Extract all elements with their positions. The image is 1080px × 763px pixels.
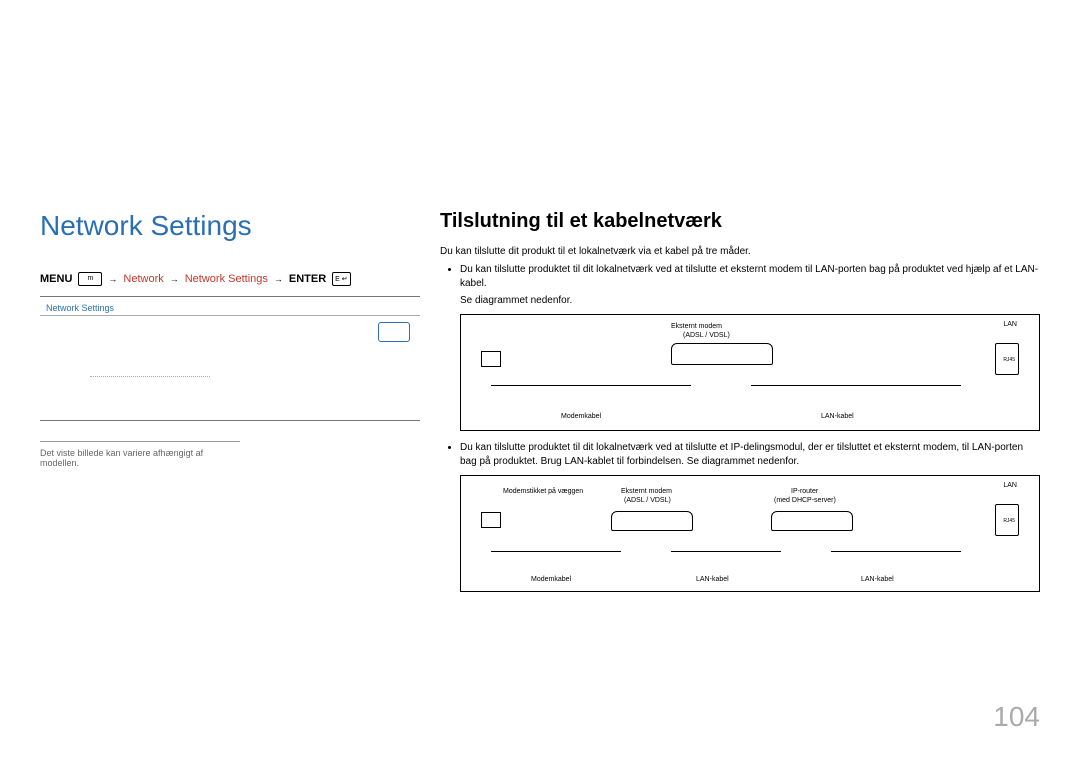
d2-modem-sublabel: (ADSL / VDSL) [624,497,671,504]
path-network-settings: Network Settings [185,273,268,285]
d2-wall-label: Modemstikket på væggen [503,488,583,495]
d1-cable-left: Modemkabel [561,413,601,420]
arrow-icon: → [108,274,117,284]
enter-icon: E ↵ [332,272,350,286]
settings-window-title: Network Settings [40,301,420,316]
menu-icon: m [78,272,102,286]
diagram-1: Eksternt modem (ADSL / VDSL) LAN RJ45 Mo… [460,314,1040,431]
play-icon [378,322,410,342]
cable-line [671,551,781,552]
d2-router-sublabel: (med DHCP-server) [774,497,836,504]
external-modem-icon [671,343,773,365]
menu-path: MENU m → Network → Network Settings → EN… [40,272,420,286]
menu-button-label: MENU [40,273,72,285]
wall-plate-icon [481,512,501,528]
cable-line [491,551,621,552]
d2-cable-a: Modemkabel [531,576,571,583]
d2-rj-label: RJ45 [1003,518,1015,524]
wall-plate-icon [481,351,501,367]
path-network: Network [123,273,163,285]
d2-modem-label: Eksternt modem [621,488,672,495]
enter-button-label: ENTER [289,273,326,285]
arrow-icon: → [274,274,283,284]
d1-modem-label: Eksternt modem [671,323,722,330]
bullet-2: Du kan tilslutte produktet til dit lokal… [460,441,1040,469]
diagram-2: Modemstikket på væggen Eksternt modem (A… [460,475,1040,592]
cable-line [751,385,961,386]
cable-line [491,385,691,386]
d2-cable-b: LAN-kabel [696,576,729,583]
d1-lan-label: LAN [1003,321,1017,328]
d1-modem-sublabel: (ADSL / VDSL) [683,332,730,339]
intro-text: Du kan tilslutte dit produkt til et loka… [440,245,1040,259]
external-modem-icon [611,511,693,531]
arrow-icon: → [170,274,179,284]
model-note: Det viste billede kan variere afhængigt … [40,441,240,468]
d2-lan-label: LAN [1003,482,1017,489]
section-title: Tilslutning til et kabelnetværk [440,210,1040,233]
d1-rj-label: RJ45 [1003,357,1015,363]
cable-line [831,551,961,552]
d2-cable-c: LAN-kabel [861,576,894,583]
page-number: 104 [993,701,1040,733]
decorative-line [90,376,210,377]
d1-cable-right: LAN-kabel [821,413,854,420]
settings-window: Network Settings [40,296,420,421]
d2-router-label: IP-router [791,488,818,495]
bullet-1-sub: Se diagrammet nedenfor. [460,295,1040,306]
page-title: Network Settings [40,210,420,242]
bullet-1: Du kan tilslutte produktet til dit lokal… [460,263,1040,291]
ip-router-icon [771,511,853,531]
